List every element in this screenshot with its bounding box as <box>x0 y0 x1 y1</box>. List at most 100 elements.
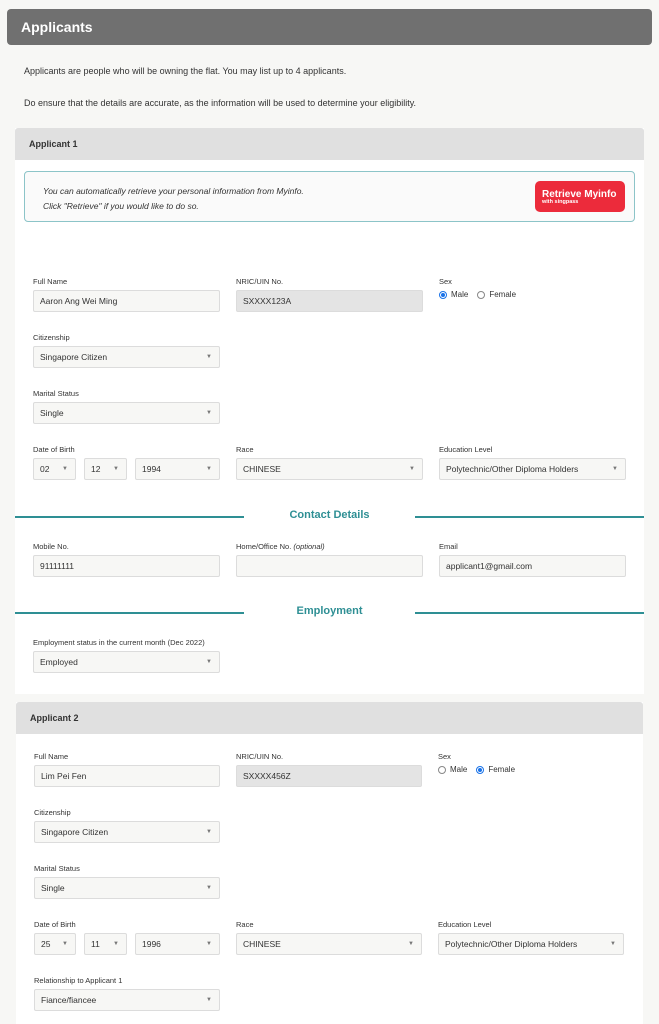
nric-field: NRIC/UIN No. SXXXX456Z <box>236 752 422 787</box>
education-field: Education Level Polytechnic/Other Diplom… <box>438 920 624 955</box>
race-value: CHINESE <box>243 939 281 949</box>
dob-year-select[interactable]: 1996 ▼ <box>135 933 220 955</box>
nric-label: NRIC/UIN No. <box>236 277 284 286</box>
nric-label: NRIC/UIN No. <box>236 752 284 761</box>
citizenship-label: Citizenship <box>33 333 70 342</box>
sex-male-radio[interactable] <box>438 765 446 774</box>
full-name-field: Full Name Lim Pei Fen <box>34 752 220 787</box>
sex-field: Sex Male Female <box>439 277 626 299</box>
sex-female-label[interactable]: Female <box>488 765 515 774</box>
race-field: Race CHINESE ▼ <box>236 920 422 955</box>
education-value: Polytechnic/Other Diploma Holders <box>446 464 579 474</box>
marital-status-select[interactable]: Single ▼ <box>33 402 220 424</box>
sex-male-label[interactable]: Male <box>450 765 467 774</box>
sex-label: Sex <box>438 752 451 761</box>
dob-day-select[interactable]: 25 ▼ <box>34 933 76 955</box>
sex-male-label[interactable]: Male <box>451 290 468 299</box>
intro-text-1: Applicants are people who will be owning… <box>24 66 347 76</box>
sex-label: Sex <box>439 277 452 286</box>
mobile-field: Mobile No. 91111111 <box>33 542 220 577</box>
myinfo-text-2: Click "Retrieve" if you would like to do… <box>43 201 199 211</box>
marital-status-field: Marital Status Single ▼ <box>33 389 220 424</box>
education-select[interactable]: Polytechnic/Other Diploma Holders ▼ <box>438 933 624 955</box>
dob-month-select[interactable]: 12 ▼ <box>84 458 127 480</box>
marital-status-value: Single <box>40 408 64 418</box>
race-value: CHINESE <box>243 464 281 474</box>
nric-input: SXXXX123A <box>236 290 423 312</box>
full-name-field: Full Name Aaron Ang Wei Ming <box>33 277 220 312</box>
citizenship-label: Citizenship <box>34 808 71 817</box>
dob-year-select[interactable]: 1994 ▼ <box>135 458 220 480</box>
citizenship-select[interactable]: Singapore Citizen ▼ <box>33 346 220 368</box>
relationship-label: Relationship to Applicant 1 <box>34 976 123 985</box>
applicant-2-header: Applicant 2 <box>16 702 643 734</box>
citizenship-field: Citizenship Singapore Citizen ▼ <box>34 808 220 843</box>
dob-day-value: 02 <box>40 464 50 474</box>
dob-field: Date of Birth 25 ▼ 11 ▼ 1996 ▼ <box>34 920 220 955</box>
contact-details-divider: Contact Details <box>15 509 644 523</box>
dob-month-select[interactable]: 11 ▼ <box>84 933 127 955</box>
marital-status-select[interactable]: Single ▼ <box>34 877 220 899</box>
optional-tag: (optional) <box>293 542 325 551</box>
relationship-select[interactable]: Fiance/fiancee ▼ <box>34 989 220 1011</box>
dob-month-value: 11 <box>91 939 100 949</box>
email-label: Email <box>439 542 458 551</box>
mobile-label: Mobile No. <box>33 542 69 551</box>
dob-year-value: 1994 <box>142 464 161 474</box>
dob-year-value: 1996 <box>142 939 161 949</box>
race-select[interactable]: CHINESE ▼ <box>236 933 422 955</box>
home-office-input[interactable] <box>236 555 423 577</box>
employment-divider: Employment <box>15 605 644 619</box>
race-label: Race <box>236 445 254 454</box>
sex-female-radio[interactable] <box>476 765 485 774</box>
applicant-2-card: Applicant 2 Full Name Lim Pei Fen NRIC/U… <box>16 702 643 1024</box>
marital-status-field: Marital Status Single ▼ <box>34 864 220 899</box>
employment-status-field: Employment status in the current month (… <box>33 638 220 673</box>
sex-female-radio[interactable] <box>477 290 486 299</box>
dob-day-select[interactable]: 02 ▼ <box>33 458 76 480</box>
chevron-down-icon: ▼ <box>62 941 68 947</box>
dob-month-value: 12 <box>91 464 101 474</box>
dob-label: Date of Birth <box>34 920 76 929</box>
chevron-down-icon: ▼ <box>612 466 618 472</box>
email-field: Email applicant1@gmail.com <box>439 542 626 577</box>
chevron-down-icon: ▼ <box>113 466 119 472</box>
mobile-input[interactable]: 91111111 <box>33 555 220 577</box>
chevron-down-icon: ▼ <box>206 466 212 472</box>
myinfo-text-1: You can automatically retrieve your pers… <box>43 186 304 196</box>
chevron-down-icon: ▼ <box>610 941 616 947</box>
race-field: Race CHINESE ▼ <box>236 445 423 480</box>
full-name-input[interactable]: Lim Pei Fen <box>34 765 220 787</box>
race-select[interactable]: CHINESE ▼ <box>236 458 423 480</box>
chevron-down-icon: ▼ <box>206 941 212 947</box>
marital-status-value: Single <box>41 883 65 893</box>
full-name-input[interactable]: Aaron Ang Wei Ming <box>33 290 220 312</box>
page-title: Applicants <box>7 9 652 45</box>
nric-field: NRIC/UIN No. SXXXX123A <box>236 277 423 312</box>
dob-field: Date of Birth 02 ▼ 12 ▼ 1994 ▼ <box>33 445 220 480</box>
email-input[interactable]: applicant1@gmail.com <box>439 555 626 577</box>
education-label: Education Level <box>438 920 492 929</box>
full-name-label: Full Name <box>33 277 68 286</box>
sex-male-radio[interactable] <box>439 290 447 299</box>
chevron-down-icon: ▼ <box>206 829 212 835</box>
citizenship-field: Citizenship Singapore Citizen ▼ <box>33 333 220 368</box>
employment-status-label: Employment status in the current month (… <box>33 638 205 647</box>
applicant-1-card: Applicant 1 You can automatically retrie… <box>15 128 644 694</box>
sex-female-label[interactable]: Female <box>489 290 516 299</box>
citizenship-value: Singapore Citizen <box>41 827 109 837</box>
education-select[interactable]: Polytechnic/Other Diploma Holders ▼ <box>439 458 626 480</box>
retrieve-myinfo-button[interactable]: Retrieve Myinfo with singpass <box>535 181 625 212</box>
dob-label: Date of Birth <box>33 445 75 454</box>
intro-text-2: Do ensure that the details are accurate,… <box>24 98 417 108</box>
chevron-down-icon: ▼ <box>408 941 414 947</box>
relationship-field: Relationship to Applicant 1 Fiance/fianc… <box>34 976 220 1011</box>
chevron-down-icon: ▼ <box>206 354 212 360</box>
chevron-down-icon: ▼ <box>409 466 415 472</box>
employment-status-select[interactable]: Employed ▼ <box>33 651 220 673</box>
chevron-down-icon: ▼ <box>206 885 212 891</box>
employment-heading: Employment <box>296 605 363 617</box>
nric-input: SXXXX456Z <box>236 765 422 787</box>
citizenship-select[interactable]: Singapore Citizen ▼ <box>34 821 220 843</box>
dob-day-value: 25 <box>41 939 51 949</box>
